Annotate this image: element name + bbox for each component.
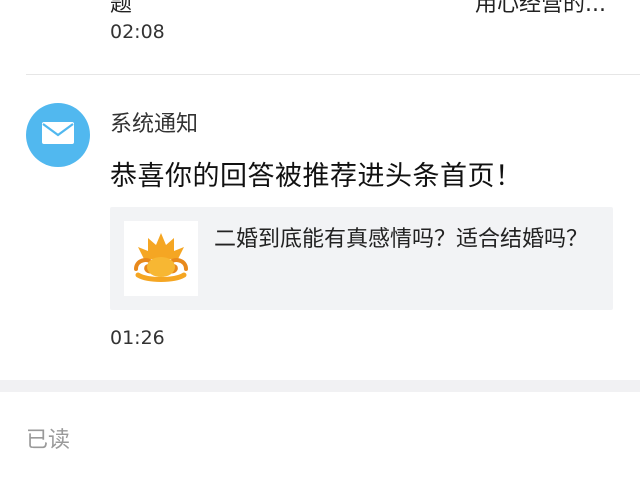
answer-card[interactable]: 二婚到底能有真感情吗？适合结婚吗？ xyxy=(110,207,613,310)
section-separator xyxy=(0,380,640,392)
notification-timestamp: 01:26 xyxy=(110,327,165,349)
mail-icon xyxy=(41,121,75,149)
answer-card-title: 二婚到底能有真感情吗？适合结婚吗？ xyxy=(214,227,589,252)
previous-snippet-text: 题 xyxy=(110,0,133,17)
previous-timestamp: 02:08 xyxy=(110,21,165,43)
auspicious-cloud-logo-icon xyxy=(130,229,192,289)
previous-snippet-text-right: 用心经营的... xyxy=(475,0,606,17)
divider xyxy=(26,74,640,75)
avatar[interactable] xyxy=(26,103,90,167)
answer-thumbnail xyxy=(124,221,198,296)
read-section-header: 已读 xyxy=(26,428,71,453)
notification-headline: 恭喜你的回答被推荐进头条首页！ xyxy=(110,161,523,192)
sender-name: 系统通知 xyxy=(110,112,199,137)
